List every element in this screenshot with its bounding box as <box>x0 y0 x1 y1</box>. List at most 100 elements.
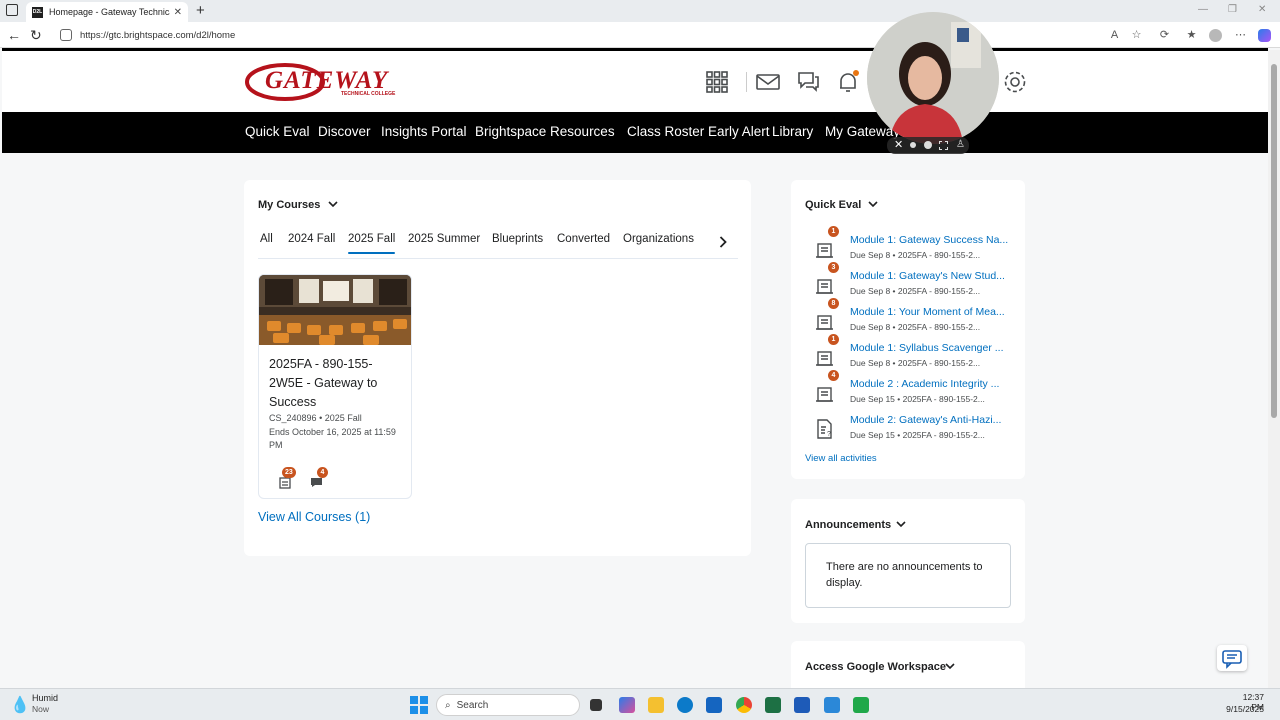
weather-drop-icon[interactable]: 💧 <box>10 695 30 715</box>
gateway-logo[interactable]: GATEWAY TECHNICAL COLLEGE <box>245 61 405 103</box>
chrome-icon[interactable] <box>736 697 752 713</box>
large-size-icon[interactable] <box>924 141 932 149</box>
word-icon[interactable] <box>794 697 810 713</box>
tab-2025-fall[interactable]: 2025 Fall <box>348 233 396 254</box>
notifications-bell-icon[interactable] <box>836 70 860 94</box>
copilot-app-icon[interactable] <box>619 697 635 713</box>
assignment-icon <box>816 279 833 294</box>
google-workspace-menu-chevron-icon[interactable] <box>945 663 955 670</box>
minimize-icon[interactable]: — <box>1198 4 1208 15</box>
close-tab-icon[interactable]: ✕ <box>174 7 182 18</box>
url-text: https://gtc.brightspace.com/d2l/home <box>80 29 236 41</box>
assignment-icon <box>816 351 833 366</box>
item-title[interactable]: Module 1: Syllabus Scavenger ... <box>850 342 1015 354</box>
assignments-badge: 23 <box>282 467 296 478</box>
nav-brightspace-resources[interactable]: Brightspace Resources <box>475 124 615 139</box>
weather-sub: Now <box>32 704 50 714</box>
tab-2025-summer[interactable]: 2025 Summer <box>408 233 480 245</box>
nav-library[interactable]: Library <box>772 124 813 139</box>
page-scrollbar[interactable] <box>1268 50 1280 688</box>
quick-eval-item[interactable]: 4 Module 2 : Academic Integrity ... Due … <box>805 370 1015 412</box>
windows-taskbar: 💧 Humid Now ⌕ Search 12:37 PM 9/15/2025 <box>0 688 1280 720</box>
weather-label[interactable]: Humid <box>32 693 58 703</box>
address-bar-row: ← ↻ https://gtc.brightspace.com/d2l/home… <box>0 22 1280 48</box>
clock-date[interactable]: 9/15/2025 <box>1222 704 1264 714</box>
tab-actions-icon[interactable] <box>6 4 18 16</box>
announcements-title: Announcements <box>805 519 892 531</box>
course-end-date: Ends October 16, 2025 at 11:59 PM <box>269 426 396 451</box>
apps-grid-icon[interactable] <box>705 70 729 94</box>
file-explorer-icon[interactable] <box>648 697 664 713</box>
course-card[interactable]: 2025FA - 890-155-2W5E - Gateway to Succe… <box>258 274 412 499</box>
fullscreen-icon[interactable] <box>939 141 948 150</box>
favorite-star-icon[interactable]: ☆ <box>1130 29 1143 42</box>
mail-icon[interactable] <box>756 70 780 94</box>
nav-quick-eval[interactable]: Quick Eval <box>245 124 310 139</box>
view-all-activities-link[interactable]: View all activities <box>805 453 877 464</box>
nav-class-roster-early-alert[interactable]: Class Roster Early Alert <box>627 124 770 139</box>
excel-icon[interactable] <box>765 697 781 713</box>
nav-discover[interactable]: Discover <box>318 124 371 139</box>
webcam-overlay[interactable] <box>867 12 999 144</box>
item-subtitle: Due Sep 8 • 2025FA - 890-155-2... <box>850 286 981 296</box>
chevron-right-icon[interactable] <box>719 236 727 248</box>
course-name[interactable]: 2025FA - 890-155-2W5E - Gateway to Succe… <box>269 355 405 412</box>
restore-icon[interactable]: ❐ <box>1228 4 1237 15</box>
webcam-presenter-image <box>867 12 999 144</box>
settings-gear-icon[interactable] <box>1003 70 1027 94</box>
message-alerts-icon[interactable] <box>796 70 820 94</box>
chat-support-button[interactable] <box>1217 645 1247 671</box>
quick-eval-title: Quick Eval <box>805 199 862 211</box>
course-term: 2025 Fall <box>324 413 362 423</box>
header-divider <box>746 72 747 92</box>
chat-icon <box>1222 650 1242 669</box>
store-icon[interactable] <box>706 697 722 713</box>
more-menu-icon[interactable]: ⋯ <box>1234 29 1247 42</box>
extensions-icon[interactable]: ⟳ <box>1158 29 1171 42</box>
my-courses-menu-chevron-icon[interactable] <box>328 201 338 208</box>
close-window-icon[interactable]: ✕ <box>1258 4 1266 15</box>
app-icon[interactable] <box>824 697 840 713</box>
site-header: GATEWAY TECHNICAL COLLEGE <box>2 51 1268 112</box>
edge-browser-icon[interactable] <box>677 697 693 713</box>
course-classroom-image <box>259 275 411 345</box>
item-title[interactable]: Module 1: Gateway Success Na... <box>850 234 1015 246</box>
tab-2024-fall[interactable]: 2024 Fall <box>288 233 335 245</box>
tab-organizations[interactable]: Organizations <box>623 233 694 245</box>
windows-start-icon[interactable] <box>410 696 428 714</box>
item-title[interactable]: Module 2: Gateway's Anti-Hazi... <box>850 414 1015 426</box>
new-tab-icon[interactable]: + <box>196 2 205 19</box>
discussions-icon[interactable] <box>310 477 323 488</box>
nav-insights-portal[interactable]: Insights Portal <box>381 124 467 139</box>
quick-eval-menu-chevron-icon[interactable] <box>868 201 878 208</box>
favorites-icon[interactable]: ★ <box>1185 29 1198 42</box>
person-icon[interactable]: ♙ <box>956 139 965 150</box>
assignment-icon <box>816 387 833 402</box>
profile-avatar-icon[interactable] <box>1209 29 1222 42</box>
close-webcam-icon[interactable]: ✕ <box>894 138 903 151</box>
tab-blueprints[interactable]: Blueprints <box>492 233 543 245</box>
copilot-icon[interactable] <box>1258 29 1271 42</box>
taskbar-search-label: Search <box>456 699 489 711</box>
tab-converted[interactable]: Converted <box>557 233 610 245</box>
item-title[interactable]: Module 2 : Academic Integrity ... <box>850 378 1015 390</box>
view-all-courses-link[interactable]: View All Courses (1) <box>258 510 370 524</box>
back-icon[interactable]: ← <box>7 27 21 43</box>
announcements-menu-chevron-icon[interactable] <box>896 521 906 528</box>
site-info-icon[interactable] <box>60 29 72 41</box>
tab-all[interactable]: All <box>260 233 273 245</box>
scrollbar-thumb[interactable] <box>1271 64 1277 418</box>
announcements-empty-state: There are no announcements to display. <box>805 543 1011 608</box>
item-title[interactable]: Module 1: Gateway's New Stud... <box>850 270 1015 282</box>
quick-eval-item[interactable]: ? Module 2: Gateway's Anti-Hazi... Due S… <box>805 414 1015 448</box>
item-title[interactable]: Module 1: Your Moment of Mea... <box>850 306 1015 318</box>
task-view-icon[interactable] <box>590 699 602 711</box>
refresh-icon[interactable]: ↻ <box>30 27 42 44</box>
read-aloud-icon[interactable]: A <box>1108 29 1121 42</box>
browser-tab-bar: D2L Homepage - Gateway Technical C ✕ + —… <box>0 0 1280 22</box>
small-size-icon[interactable] <box>910 142 916 148</box>
browser-tab[interactable]: D2L Homepage - Gateway Technical C ✕ <box>26 2 188 22</box>
taskbar-search[interactable]: ⌕ Search <box>436 694 580 716</box>
chat-app-icon[interactable] <box>853 697 869 713</box>
item-subtitle: Due Sep 8 • 2025FA - 890-155-2... <box>850 250 981 260</box>
